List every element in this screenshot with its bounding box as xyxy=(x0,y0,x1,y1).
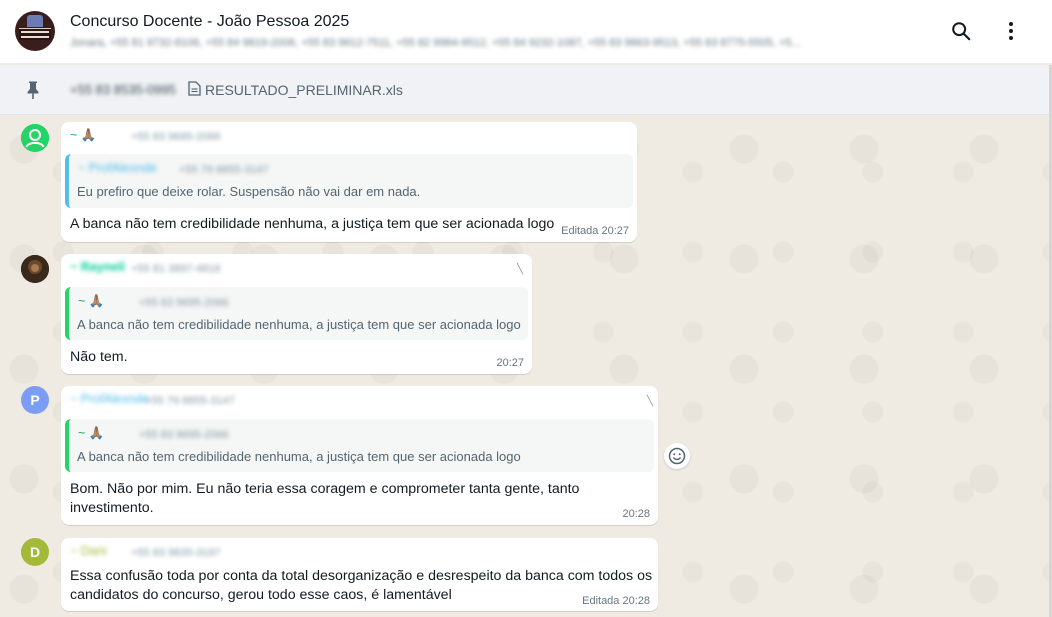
emoji-icon xyxy=(668,447,686,465)
message-time: Editada 20:27 xyxy=(561,225,629,237)
chevron-down-icon[interactable]: ╲ xyxy=(647,396,653,407)
quote-phone: +55 79 8855-3147 xyxy=(179,164,269,176)
sender-name[interactable]: ~ ProfAlexnde xyxy=(70,392,149,406)
search-icon xyxy=(952,22,971,41)
group-members: Jonara, +55 81 9732-8106, +55 84 9819-20… xyxy=(70,37,801,49)
quoted-message[interactable]: ~ 🙏🏽 +55 83 9695-2066 A banca não tem cr… xyxy=(65,287,528,340)
message-text-line-2: investimento. xyxy=(70,500,154,516)
sender-name[interactable]: ~ 🙏🏽 xyxy=(70,128,96,143)
avatar[interactable]: D xyxy=(21,538,49,566)
quote-phone: +55 83 9695-2066 xyxy=(139,297,229,309)
sender-name[interactable]: ~ Dani xyxy=(70,544,106,558)
menu-button[interactable] xyxy=(998,18,1024,44)
pinned-message-bar[interactable]: +55 83 8535-0995 RESULTADO_PRELIMINAR.xl… xyxy=(0,65,1049,115)
message-text-line-1: Bom. Não por mim. Eu não teria essa cora… xyxy=(70,481,580,497)
message-time: 20:27 xyxy=(496,357,524,369)
profile-photo-icon xyxy=(21,255,49,283)
avatar[interactable] xyxy=(21,255,49,283)
quoted-message[interactable]: ~ 🙏🏽 +55 83 9695-2066 A banca não tem cr… xyxy=(65,419,654,472)
group-title[interactable]: Concurso Docente - João Pessoa 2025 xyxy=(70,13,349,31)
menu-dots-icon xyxy=(1009,22,1013,40)
message-text-line-1: Essa confusão toda por conta da total de… xyxy=(70,568,653,584)
quote-text: A banca não tem credibilidade nenhuma, a… xyxy=(77,317,521,332)
message-text: A banca não tem credibilidade nenhuma, a… xyxy=(70,216,555,232)
pin-icon xyxy=(27,81,39,99)
pinned-file-name: RESULTADO_PRELIMINAR.xls xyxy=(205,82,403,98)
sender-phone: +55 83 9835-3197 xyxy=(131,547,221,559)
message-bubble[interactable]: ~ Dani +55 83 9835-3197 Essa confusão to… xyxy=(61,538,658,611)
sender-phone: +55 81 3897-4818 xyxy=(131,263,221,275)
quote-sender: ~ ProfAlexnde xyxy=(78,161,157,175)
quote-phone: +55 83 9695-2066 xyxy=(139,429,229,441)
message-bubble[interactable]: ~ Rayneli +55 81 3897-4818 ╲ ~ 🙏🏽 +55 83… xyxy=(61,254,532,374)
default-user-icon xyxy=(21,124,49,152)
quote-sender: ~ 🙏🏽 xyxy=(78,426,105,440)
avatar[interactable] xyxy=(21,124,49,152)
sender-phone: +55 79 8855-3147 xyxy=(145,395,235,407)
sender-name[interactable]: ~ Rayneli xyxy=(70,260,125,274)
quote-text: Eu prefiro que deixe rolar. Suspensão nã… xyxy=(77,184,421,199)
quote-sender: ~ 🙏🏽 xyxy=(78,294,105,308)
quoted-message[interactable]: ~ ProfAlexnde +55 79 8855-3147 Eu prefir… xyxy=(65,154,633,208)
sender-phone: +55 83 9695-2066 xyxy=(131,131,221,143)
pinned-sender-phone: +55 83 8535-0995 xyxy=(70,82,176,97)
chat-header[interactable]: Concurso Docente - João Pessoa 2025 Jona… xyxy=(0,0,1052,64)
message-time: 20:28 xyxy=(622,508,650,520)
document-icon xyxy=(188,81,201,96)
react-button[interactable] xyxy=(664,443,690,469)
message-text-line-2: candidatos do concurso, gerou todo esse … xyxy=(70,587,452,603)
message-bubble[interactable]: ~ 🙏🏽 +55 83 9695-2066 ~ ProfAlexnde +55 … xyxy=(61,122,637,242)
quote-text: A banca não tem credibilidade nenhuma, a… xyxy=(77,449,521,464)
message-time: Editada 20:28 xyxy=(582,595,650,607)
message-list[interactable]: ~ 🙏🏽 +55 83 9695-2066 ~ ProfAlexnde +55 … xyxy=(0,116,1049,617)
chevron-down-icon[interactable]: ╲ xyxy=(517,264,523,275)
search-button[interactable] xyxy=(948,18,974,44)
group-avatar[interactable] xyxy=(15,11,55,51)
message-bubble[interactable]: ~ ProfAlexnde +55 79 8855-3147 ╲ ~ 🙏🏽 +5… xyxy=(61,386,658,525)
message-text: Não tem. xyxy=(70,349,128,365)
avatar[interactable]: P xyxy=(21,386,49,414)
